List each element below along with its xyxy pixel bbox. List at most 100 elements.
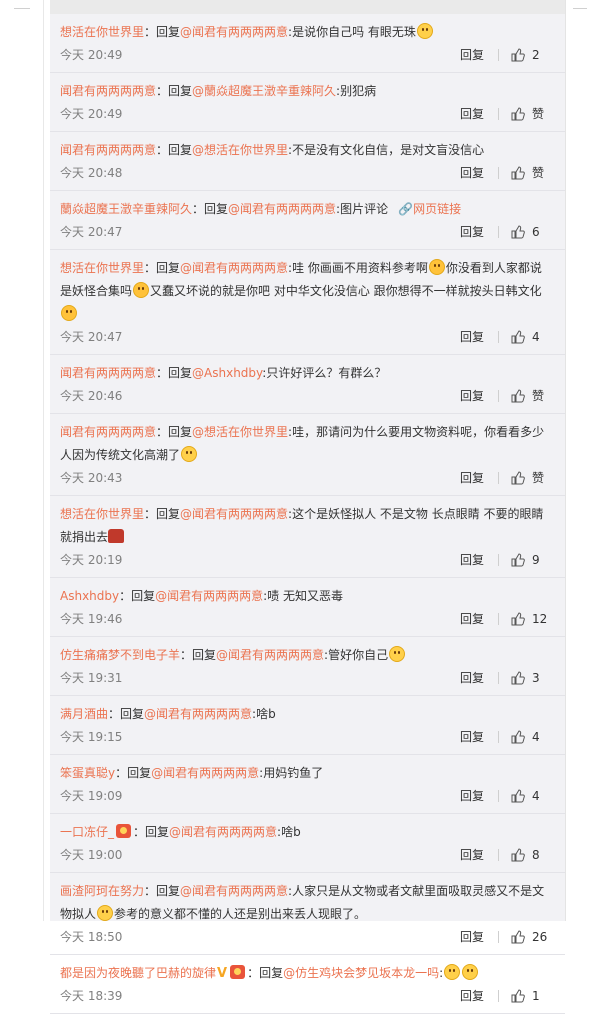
reply-prefix: ：回复 (108, 707, 145, 721)
reply-item: 蘭焱超魔王澂辛重辣阿久：回复@闻君有两两两两意:图片评论 🔗网页链接 今天 20:… (50, 191, 565, 250)
reply-author-link[interactable]: 都是因为夜晚聽了巴赫的旋律 (60, 966, 216, 980)
reply-body: 想活在你世界里：回复@闻君有两两两两意:这个是妖怪拟人 不是文物 长点眼睛 不要… (60, 503, 556, 549)
like-count: 9 (532, 553, 540, 567)
reply-prefix: ：回复 (156, 84, 193, 98)
reply-button[interactable]: 回复 (460, 667, 484, 689)
reply-author-link[interactable]: 画渣阿珂在努力 (60, 884, 144, 898)
reply-author-link[interactable]: 想活在你世界里 (60, 507, 144, 521)
reply-button[interactable]: 回复 (460, 726, 484, 748)
thumbs-up-icon[interactable] (511, 789, 525, 803)
mention-link[interactable]: @蘭焱超魔王澂辛重辣阿久 (192, 84, 336, 98)
reply-text: 啥b (256, 707, 276, 721)
reply-actions: 回复 4 (460, 326, 556, 348)
reply-prefix: ：回复 (119, 589, 156, 603)
mention-link[interactable]: @仿生鸡块会梦见坂本龙一吗 (283, 966, 439, 980)
confused-emoji-icon (428, 259, 445, 275)
reply-body: 一口冻仔_ ：回复@闻君有两两两两意:啥b (60, 821, 556, 844)
reply-actions: 回复 赞 (460, 385, 556, 407)
thumbs-up-icon[interactable] (511, 671, 525, 685)
reply-author-link[interactable]: 闻君有两两两两意 (60, 84, 156, 98)
reply-author-link[interactable]: 想活在你世界里 (60, 261, 144, 275)
reply-meta: 今天 20:47 回复 6 (60, 221, 556, 243)
action-divider (498, 331, 499, 343)
mention-link[interactable]: @想活在你世界里 (192, 143, 288, 157)
reply-author-link[interactable]: 想活在你世界里 (60, 25, 144, 39)
thumbs-up-icon[interactable] (511, 225, 525, 239)
mention-link[interactable]: @闻君有两两两两意 (180, 261, 288, 275)
mention-link[interactable]: @Ashxhdby (192, 366, 262, 380)
mention-link[interactable]: @闻君有两两两两意 (180, 25, 288, 39)
reply-author-link[interactable]: 闻君有两两两两意 (60, 425, 156, 439)
reply-button[interactable]: 回复 (460, 221, 484, 243)
reply-author-link[interactable]: 满月酒曲 (60, 707, 108, 721)
reply-author-link[interactable]: 仿生痛痛梦不到电子羊 (60, 648, 180, 662)
mention-link[interactable]: @闻君有两两两两意 (144, 707, 252, 721)
thumbs-up-icon[interactable] (511, 553, 525, 567)
reply-meta: 今天 20:43 回复 赞 (60, 467, 556, 489)
thumbs-up-icon[interactable] (511, 471, 525, 485)
reply-button[interactable]: 回复 (460, 844, 484, 866)
reply-author-link[interactable]: 闻君有两两两两意 (60, 143, 156, 157)
reply-prefix: ：回复 (144, 261, 181, 275)
reply-button[interactable]: 回复 (460, 467, 484, 489)
reply-button[interactable]: 回复 (460, 926, 484, 948)
reply-button[interactable]: 回复 (460, 103, 484, 125)
reply-time: 今天 20:19 (60, 553, 123, 567)
like-count: 赞 (532, 166, 545, 180)
like-count: 4 (532, 330, 540, 344)
web-link[interactable]: 网页链接 (413, 202, 461, 216)
gutter-mark (14, 8, 30, 9)
thumbs-up-icon[interactable] (511, 848, 525, 862)
reply-prefix: ：回复 (133, 825, 170, 839)
reply-item: 想活在你世界里：回复@闻君有两两两两意:是说你自己吗 有眼无珠 今天 20:49… (50, 14, 565, 73)
reply-body: 仿生痛痛梦不到电子羊：回复@闻君有两两两两意:管好你自己 (60, 644, 556, 667)
thumbs-up-icon[interactable] (511, 612, 525, 626)
reply-prefix: ：回复 (144, 884, 181, 898)
mention-link[interactable]: @闻君有两两两两意 (155, 589, 263, 603)
reply-actions: 回复 4 (460, 726, 556, 748)
mention-link[interactable]: @想活在你世界里 (192, 425, 288, 439)
mention-link[interactable]: @闻君有两两两两意 (180, 507, 288, 521)
reply-author-link[interactable]: 蘭焱超魔王澂辛重辣阿久 (60, 202, 192, 216)
reply-author-link[interactable]: 笨蛋真聪y (60, 766, 115, 780)
reply-body: 闻君有两两两两意：回复@Ashxhdby:只许好评么？有群么？ (60, 362, 556, 385)
reply-author-link[interactable]: 一口冻仔_ (60, 825, 114, 839)
reply-button[interactable]: 回复 (460, 608, 484, 630)
reply-author-link[interactable]: 闻君有两两两两意 (60, 366, 156, 380)
reply-prefix: ：回复 (115, 766, 152, 780)
like-count: 赞 (532, 107, 545, 121)
reply-text: 别犯病 (340, 84, 377, 98)
reply-body: 闻君有两两两两意：回复@想活在你世界里:哇，那请问为什么要用文物资料呢，你看看多… (60, 421, 556, 467)
reply-button[interactable]: 回复 (460, 162, 484, 184)
thumbs-up-icon[interactable] (511, 330, 525, 344)
thumbs-up-icon[interactable] (511, 166, 525, 180)
reply-list-panel: 想活在你世界里：回复@闻君有两两两两意:是说你自己吗 有眼无珠 今天 20:49… (50, 14, 565, 1014)
thumbs-up-icon[interactable] (511, 989, 525, 1003)
thumbs-up-icon[interactable] (511, 930, 525, 944)
mention-link[interactable]: @闻君有两两两两意 (151, 766, 259, 780)
mention-link[interactable]: @闻君有两两两两意 (216, 648, 324, 662)
thumbs-up-icon[interactable] (511, 48, 525, 62)
mention-link[interactable]: @闻君有两两两两意 (228, 202, 336, 216)
reply-button[interactable]: 回复 (460, 985, 484, 1007)
mention-link[interactable]: @闻君有两两两两意 (180, 884, 288, 898)
right-gutter (565, 0, 590, 921)
thumbs-up-icon[interactable] (511, 107, 525, 121)
reply-button[interactable]: 回复 (460, 549, 484, 571)
reply-button[interactable]: 回复 (460, 385, 484, 407)
thumbs-up-icon[interactable] (511, 389, 525, 403)
action-divider (498, 931, 499, 943)
mention-link[interactable]: @闻君有两两两两意 (169, 825, 277, 839)
reply-item: Ashxhdby：回复@闻君有两两两两意:啧 无知又恶毒 今天 19:46 回复… (50, 578, 565, 637)
reply-text: 不是没有文化自信，是对文盲没信心 (292, 143, 485, 157)
reply-body: 笨蛋真聪y：回复@闻君有两两两两意:用妈钓鱼了 (60, 762, 556, 785)
reply-author-link[interactable]: Ashxhdby (60, 589, 119, 603)
thumbs-up-icon[interactable] (511, 730, 525, 744)
reply-time: 今天 19:46 (60, 612, 123, 626)
action-divider (498, 167, 499, 179)
reply-button[interactable]: 回复 (460, 785, 484, 807)
reply-button[interactable]: 回复 (460, 326, 484, 348)
reply-meta: 今天 18:39 回复 1 (60, 985, 556, 1007)
reply-button[interactable]: 回复 (460, 44, 484, 66)
like-count: 赞 (532, 389, 545, 403)
